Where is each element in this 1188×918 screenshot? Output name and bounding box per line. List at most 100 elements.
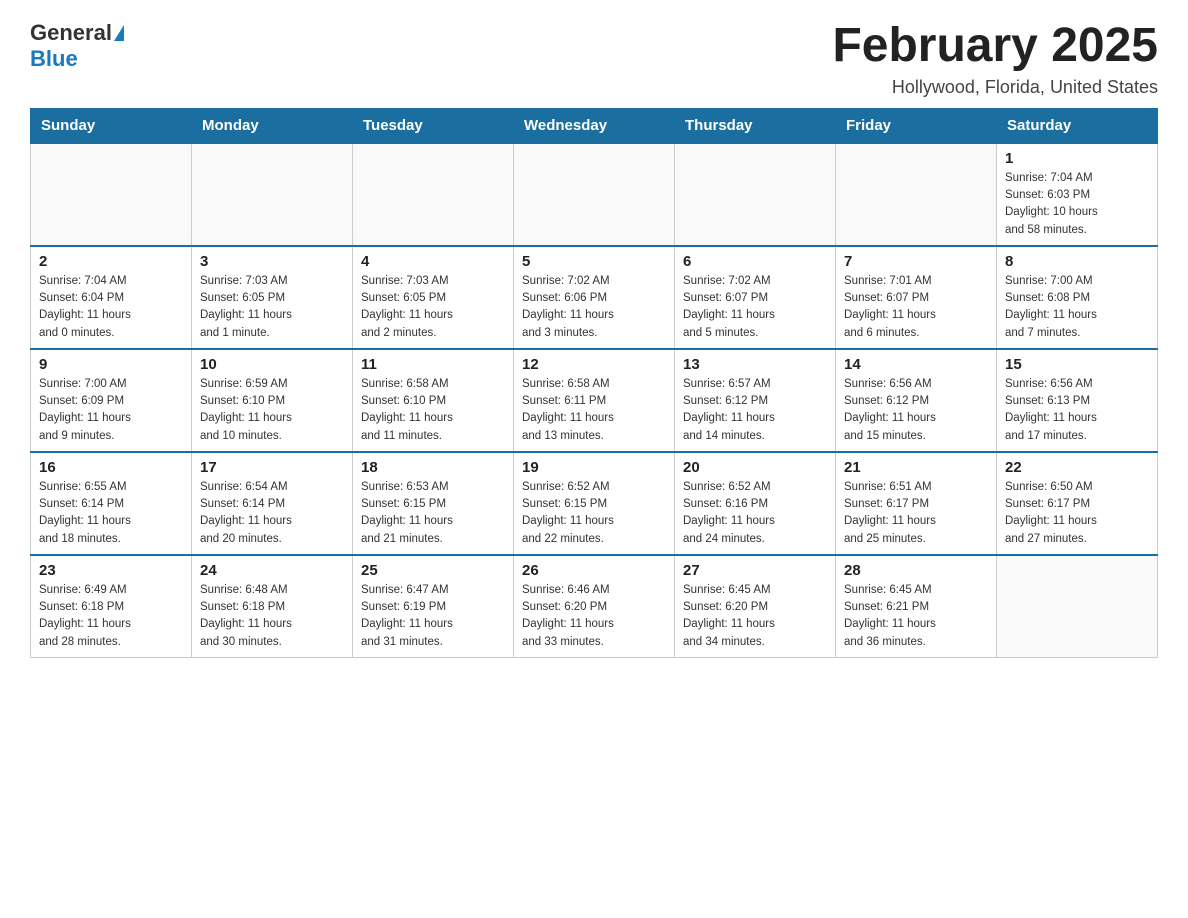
logo-general-text: General <box>30 20 112 46</box>
calendar-cell: 10 Sunrise: 6:59 AMSunset: 6:10 PMDayligh… <box>192 349 353 452</box>
day-info: Sunrise: 6:55 AMSunset: 6:14 PMDaylight:… <box>39 479 183 548</box>
calendar-cell: 22Sunrise: 6:50 AMSunset: 6:17 PMDayligh… <box>997 452 1158 555</box>
day-info: Sunrise: 7:04 AMSunset: 6:03 PMDaylight:… <box>1005 170 1149 239</box>
calendar-cell: 5Sunrise: 7:02 AMSunset: 6:06 PMDaylight… <box>514 246 675 349</box>
day-number: 3 <box>200 253 344 270</box>
calendar-week-2: 2 Sunrise: 7:04 AMSunset: 6:04 PMDaylight… <box>31 246 1158 349</box>
calendar-cell <box>31 143 192 246</box>
day-info: Sunrise: 6:52 AMSunset: 6:16 PMDaylight:… <box>683 479 827 548</box>
calendar-cell: 11Sunrise: 6:58 AMSunset: 6:10 PMDayligh… <box>353 349 514 452</box>
day-number: 8 <box>1005 253 1149 270</box>
day-number: 16 <box>39 459 183 476</box>
day-number: 20 <box>683 459 827 476</box>
title-block: February 2025 Hollywood, Florida, United… <box>832 20 1158 98</box>
day-number: 7 <box>844 253 988 270</box>
calendar-cell: 27 Sunrise: 6:45 AMSunset: 6:20 PMDayligh… <box>675 555 836 658</box>
day-info: Sunrise: 6:58 AMSunset: 6:11 PMDaylight:… <box>522 376 666 445</box>
logo-blue-text: Blue <box>30 46 78 72</box>
day-number: 12 <box>522 356 666 373</box>
day-number: 17 <box>200 459 344 476</box>
calendar-cell: 6Sunrise: 7:02 AMSunset: 6:07 PMDaylight… <box>675 246 836 349</box>
day-info: Sunrise: 6:53 AMSunset: 6:15 PMDaylight:… <box>361 479 505 548</box>
day-info: Sunrise: 7:01 AMSunset: 6:07 PMDaylight:… <box>844 273 988 342</box>
day-info: Sunrise: 6:57 AMSunset: 6:12 PMDaylight:… <box>683 376 827 445</box>
day-info: Sunrise: 6:50 AMSunset: 6:17 PMDaylight:… <box>1005 479 1149 548</box>
day-header-sunday: Sunday <box>31 108 192 143</box>
calendar-cell <box>997 555 1158 658</box>
day-number: 26 <box>522 562 666 579</box>
logo: General Blue <box>30 20 124 72</box>
calendar-week-3: 9 Sunrise: 7:00 AMSunset: 6:09 PMDaylight… <box>31 349 1158 452</box>
logo-triangle-icon <box>114 25 124 41</box>
calendar-cell: 2 Sunrise: 7:04 AMSunset: 6:04 PMDaylight… <box>31 246 192 349</box>
day-number: 24 <box>200 562 344 579</box>
calendar-cell: 19 Sunrise: 6:52 AMSunset: 6:15 PMDayligh… <box>514 452 675 555</box>
day-info: Sunrise: 6:48 AMSunset: 6:18 PMDaylight:… <box>200 582 344 651</box>
day-number: 11 <box>361 356 505 373</box>
calendar-cell <box>836 143 997 246</box>
calendar-cell: 21 Sunrise: 6:51 AMSunset: 6:17 PMDayligh… <box>836 452 997 555</box>
calendar-cell: 12 Sunrise: 6:58 AMSunset: 6:11 PMDayligh… <box>514 349 675 452</box>
calendar-cell <box>675 143 836 246</box>
day-info: Sunrise: 6:46 AMSunset: 6:20 PMDaylight:… <box>522 582 666 651</box>
calendar-cell: 1 Sunrise: 7:04 AMSunset: 6:03 PMDaylight… <box>997 143 1158 246</box>
day-number: 5 <box>522 253 666 270</box>
day-header-friday: Friday <box>836 108 997 143</box>
calendar-cell <box>514 143 675 246</box>
day-number: 19 <box>522 459 666 476</box>
day-info: Sunrise: 6:52 AMSunset: 6:15 PMDaylight:… <box>522 479 666 548</box>
day-number: 2 <box>39 253 183 270</box>
calendar-cell: 3Sunrise: 7:03 AMSunset: 6:05 PMDaylight… <box>192 246 353 349</box>
calendar-cell: 17 Sunrise: 6:54 AMSunset: 6:14 PMDayligh… <box>192 452 353 555</box>
calendar-cell: 15 Sunrise: 6:56 AMSunset: 6:13 PMDayligh… <box>997 349 1158 452</box>
calendar-cell: 25 Sunrise: 6:47 AMSunset: 6:19 PMDayligh… <box>353 555 514 658</box>
day-number: 9 <box>39 356 183 373</box>
page-title: February 2025 <box>832 20 1158 73</box>
day-info: Sunrise: 7:00 AMSunset: 6:08 PMDaylight:… <box>1005 273 1149 342</box>
calendar-cell: 14 Sunrise: 6:56 AMSunset: 6:12 PMDayligh… <box>836 349 997 452</box>
day-header-saturday: Saturday <box>997 108 1158 143</box>
day-header-monday: Monday <box>192 108 353 143</box>
day-number: 25 <box>361 562 505 579</box>
calendar-cell <box>192 143 353 246</box>
calendar-cell: 7 Sunrise: 7:01 AMSunset: 6:07 PMDaylight… <box>836 246 997 349</box>
calendar-week-5: 23Sunrise: 6:49 AMSunset: 6:18 PMDayligh… <box>31 555 1158 658</box>
calendar-cell: 23Sunrise: 6:49 AMSunset: 6:18 PMDayligh… <box>31 555 192 658</box>
page-header: General Blue February 2025 Hollywood, Fl… <box>30 20 1158 98</box>
day-info: Sunrise: 6:59 AMSunset: 6:10 PMDaylight:… <box>200 376 344 445</box>
day-info: Sunrise: 6:45 AMSunset: 6:20 PMDaylight:… <box>683 582 827 651</box>
day-info: Sunrise: 6:45 AMSunset: 6:21 PMDaylight:… <box>844 582 988 651</box>
calendar-cell: 20 Sunrise: 6:52 AMSunset: 6:16 PMDayligh… <box>675 452 836 555</box>
page-subtitle: Hollywood, Florida, United States <box>832 77 1158 98</box>
day-number: 10 <box>200 356 344 373</box>
calendar-cell: 13 Sunrise: 6:57 AMSunset: 6:12 PMDayligh… <box>675 349 836 452</box>
day-number: 18 <box>361 459 505 476</box>
day-header-thursday: Thursday <box>675 108 836 143</box>
day-number: 4 <box>361 253 505 270</box>
day-number: 13 <box>683 356 827 373</box>
day-info: Sunrise: 6:56 AMSunset: 6:13 PMDaylight:… <box>1005 376 1149 445</box>
calendar-cell: 26 Sunrise: 6:46 AMSunset: 6:20 PMDayligh… <box>514 555 675 658</box>
day-number: 27 <box>683 562 827 579</box>
day-number: 14 <box>844 356 988 373</box>
day-info: Sunrise: 6:56 AMSunset: 6:12 PMDaylight:… <box>844 376 988 445</box>
calendar-header-row: SundayMondayTuesdayWednesdayThursdayFrid… <box>31 108 1158 143</box>
calendar-cell: 8 Sunrise: 7:00 AMSunset: 6:08 PMDaylight… <box>997 246 1158 349</box>
day-info: Sunrise: 6:54 AMSunset: 6:14 PMDaylight:… <box>200 479 344 548</box>
day-info: Sunrise: 6:51 AMSunset: 6:17 PMDaylight:… <box>844 479 988 548</box>
day-number: 23 <box>39 562 183 579</box>
day-info: Sunrise: 6:47 AMSunset: 6:19 PMDaylight:… <box>361 582 505 651</box>
calendar-cell <box>353 143 514 246</box>
calendar-week-1: 1 Sunrise: 7:04 AMSunset: 6:03 PMDaylight… <box>31 143 1158 246</box>
day-info: Sunrise: 7:03 AMSunset: 6:05 PMDaylight:… <box>361 273 505 342</box>
day-info: Sunrise: 7:00 AMSunset: 6:09 PMDaylight:… <box>39 376 183 445</box>
day-header-tuesday: Tuesday <box>353 108 514 143</box>
day-info: Sunrise: 7:04 AMSunset: 6:04 PMDaylight:… <box>39 273 183 342</box>
day-number: 1 <box>1005 150 1149 167</box>
calendar-table: SundayMondayTuesdayWednesdayThursdayFrid… <box>30 108 1158 658</box>
day-number: 15 <box>1005 356 1149 373</box>
calendar-week-4: 16 Sunrise: 6:55 AMSunset: 6:14 PMDayligh… <box>31 452 1158 555</box>
day-number: 21 <box>844 459 988 476</box>
calendar-cell: 18 Sunrise: 6:53 AMSunset: 6:15 PMDayligh… <box>353 452 514 555</box>
calendar-cell: 28Sunrise: 6:45 AMSunset: 6:21 PMDayligh… <box>836 555 997 658</box>
